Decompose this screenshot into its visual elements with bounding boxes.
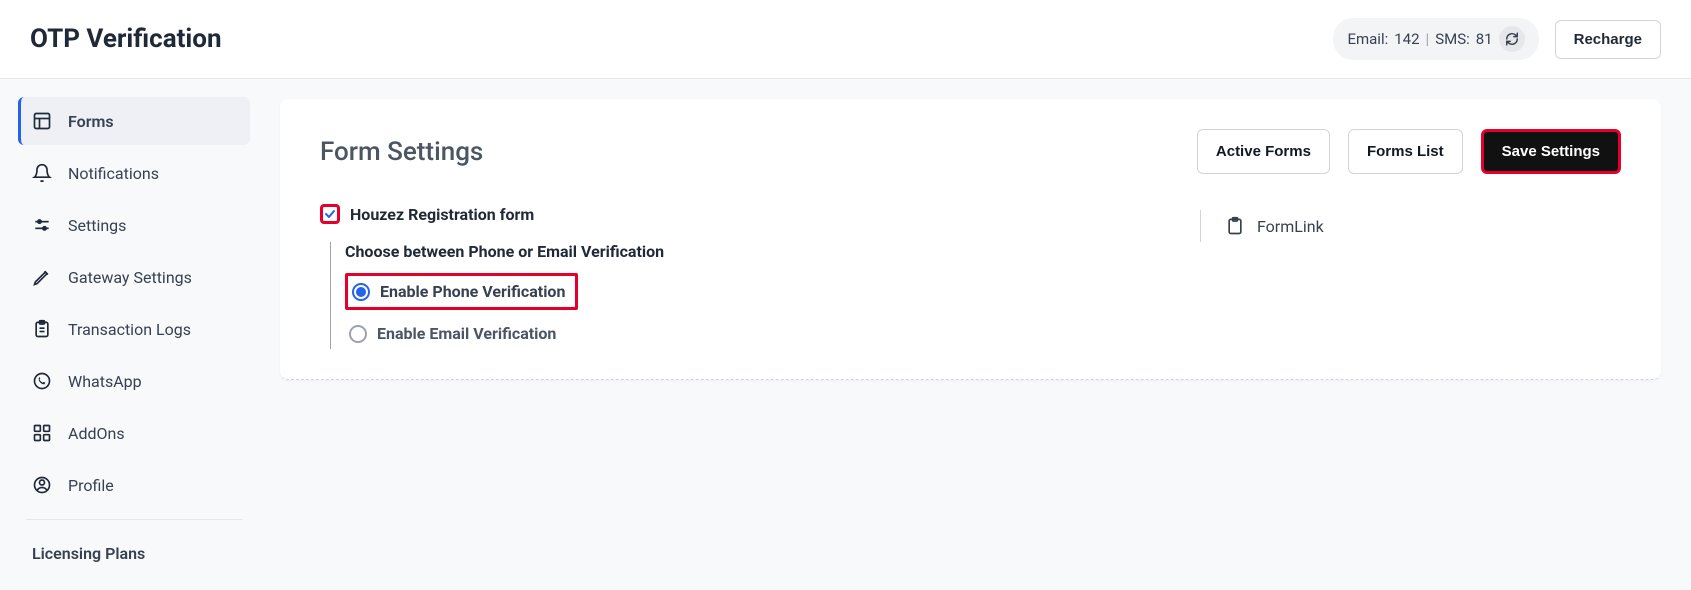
user-icon bbox=[32, 475, 52, 495]
phone-verification-radio[interactable]: Enable Phone Verification bbox=[345, 273, 578, 310]
sms-count-label: SMS: bbox=[1435, 30, 1470, 48]
sidebar-item-label: Notifications bbox=[68, 164, 159, 183]
stats-separator: | bbox=[1426, 30, 1430, 48]
sidebar-item-gateway-settings[interactable]: Gateway Settings bbox=[18, 253, 250, 301]
card-title: Form Settings bbox=[320, 137, 483, 167]
radio-label: Enable Email Verification bbox=[377, 324, 556, 343]
formlink-label: FormLink bbox=[1257, 217, 1324, 236]
sidebar-item-label: Profile bbox=[68, 476, 114, 495]
sidebar-item-label: Settings bbox=[68, 216, 126, 235]
radio-icon bbox=[352, 283, 370, 301]
form-left: Houzez Registration form Choose between … bbox=[320, 204, 1200, 349]
sidebar-item-transaction-logs[interactable]: Transaction Logs bbox=[18, 305, 250, 353]
form-name-label: Houzez Registration form bbox=[350, 205, 534, 224]
main-content: Form Settings Active Forms Forms List Sa… bbox=[260, 79, 1691, 577]
layout: Forms Notifications Settings Gateway Set… bbox=[0, 79, 1691, 577]
email-count-value: 142 bbox=[1394, 30, 1419, 48]
sidebar-item-label: AddOns bbox=[68, 424, 125, 443]
card-head: Form Settings Active Forms Forms List Sa… bbox=[320, 129, 1621, 174]
check-icon bbox=[323, 207, 337, 221]
email-verification-radio[interactable]: Enable Email Verification bbox=[345, 318, 566, 349]
header: OTP Verification Email: 142 | SMS: 81 Rec… bbox=[0, 0, 1691, 79]
sidebar-divider bbox=[26, 519, 242, 520]
formlink-row[interactable]: FormLink bbox=[1225, 216, 1324, 236]
sidebar-item-profile[interactable]: Profile bbox=[18, 461, 250, 509]
sidebar: Forms Notifications Settings Gateway Set… bbox=[0, 79, 260, 577]
stats-box: Email: 142 | SMS: 81 bbox=[1333, 18, 1538, 60]
sidebar-item-notifications[interactable]: Notifications bbox=[18, 149, 250, 197]
save-settings-button[interactable]: Save Settings bbox=[1481, 129, 1621, 174]
card-actions: Active Forms Forms List Save Settings bbox=[1197, 129, 1621, 174]
sidebar-item-label: Transaction Logs bbox=[68, 320, 191, 339]
sidebar-item-label: Forms bbox=[68, 112, 114, 131]
form-right: FormLink bbox=[1200, 210, 1324, 242]
forms-list-button[interactable]: Forms List bbox=[1348, 129, 1463, 174]
form-enable-checkbox[interactable] bbox=[320, 204, 340, 224]
whatsapp-icon bbox=[32, 371, 52, 391]
sidebar-item-whatsapp[interactable]: WhatsApp bbox=[18, 357, 250, 405]
recharge-button[interactable]: Recharge bbox=[1555, 20, 1661, 59]
email-count-label: Email: bbox=[1347, 30, 1388, 48]
form-row: Houzez Registration form Choose between … bbox=[320, 204, 1621, 349]
sidebar-item-settings[interactable]: Settings bbox=[18, 201, 250, 249]
verification-block: Choose between Phone or Email Verificati… bbox=[330, 242, 1200, 349]
bell-icon bbox=[32, 163, 52, 183]
header-right: Email: 142 | SMS: 81 Recharge bbox=[1333, 18, 1661, 60]
clipboard-icon bbox=[1225, 216, 1245, 236]
refresh-button[interactable] bbox=[1499, 26, 1525, 52]
radio-icon bbox=[349, 325, 367, 343]
form-settings-card: Form Settings Active Forms Forms List Sa… bbox=[280, 99, 1661, 380]
sliders-icon bbox=[32, 215, 52, 235]
sidebar-item-licensing[interactable]: Licensing Plans bbox=[18, 530, 250, 577]
clipboard-icon bbox=[32, 319, 52, 339]
sms-count-value: 81 bbox=[1476, 30, 1493, 48]
radio-label: Enable Phone Verification bbox=[380, 282, 565, 301]
refresh-icon bbox=[1505, 32, 1519, 46]
sidebar-item-forms[interactable]: Forms bbox=[18, 97, 250, 145]
form-checkbox-row: Houzez Registration form bbox=[320, 204, 1200, 224]
active-forms-button[interactable]: Active Forms bbox=[1197, 129, 1330, 174]
grid-icon bbox=[32, 423, 52, 443]
sidebar-item-label: Gateway Settings bbox=[68, 268, 192, 287]
layout-icon bbox=[32, 111, 52, 131]
sidebar-item-addons[interactable]: AddOns bbox=[18, 409, 250, 457]
choose-verification-label: Choose between Phone or Email Verificati… bbox=[345, 242, 1200, 261]
page-title: OTP Verification bbox=[30, 24, 222, 54]
sidebar-item-label: WhatsApp bbox=[68, 372, 142, 391]
pen-icon bbox=[32, 267, 52, 287]
